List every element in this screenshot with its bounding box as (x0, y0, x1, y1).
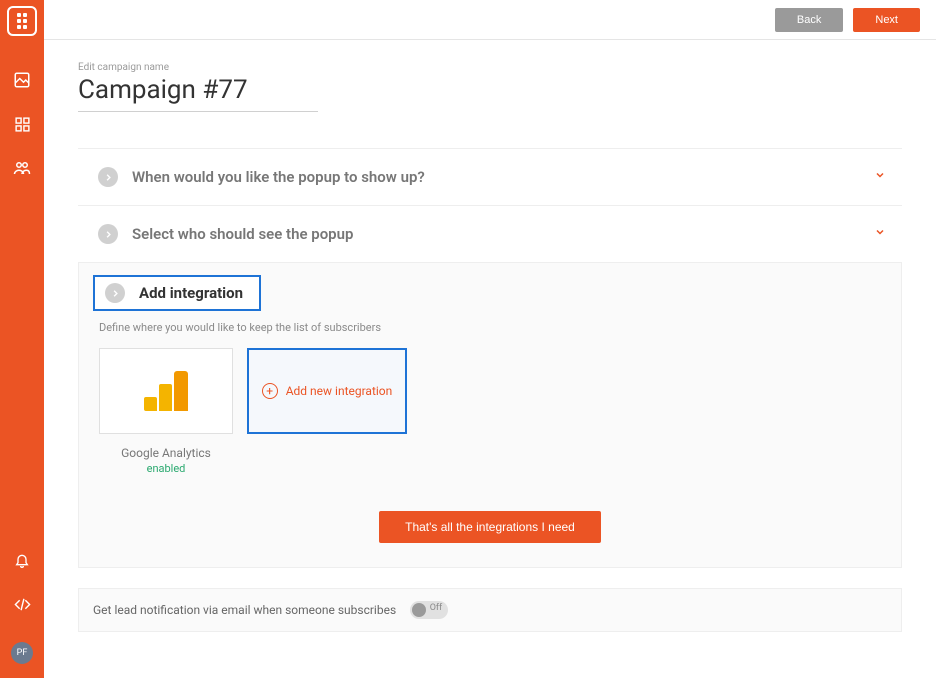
section-title: Select who should see the popup (132, 225, 874, 243)
section-audience[interactable]: Select who should see the popup (78, 206, 902, 262)
integration-card-box[interactable] (99, 348, 233, 434)
edit-campaign-label: Edit campaign name (78, 62, 902, 73)
next-button[interactable]: Next (853, 8, 920, 32)
campaign-title-input[interactable]: Campaign #77 (78, 75, 318, 112)
topbar: Back Next (44, 0, 936, 40)
integration-name: Google Analytics (121, 446, 211, 460)
grid-icon[interactable] (6, 108, 38, 140)
bell-icon[interactable] (6, 544, 38, 576)
notification-toggle[interactable]: Off (410, 601, 448, 619)
integration-panel: Add integration Define where you would l… (78, 262, 902, 568)
avatar[interactable]: PF (11, 642, 33, 664)
back-button[interactable]: Back (775, 8, 843, 32)
app-logo[interactable] (7, 6, 37, 36)
image-icon[interactable] (6, 64, 38, 96)
google-analytics-icon (144, 371, 188, 411)
notification-row: Get lead notification via email when som… (78, 588, 902, 632)
notification-text: Get lead notification via email when som… (93, 603, 396, 617)
code-icon[interactable] (6, 588, 38, 620)
integration-status: enabled (147, 462, 186, 475)
arrow-right-icon (105, 283, 125, 303)
chevron-down-icon (874, 226, 886, 242)
section-title: When would you like the popup to show up… (132, 168, 874, 186)
done-integrations-button[interactable]: That's all the integrations I need (379, 511, 601, 543)
integration-card: Google Analytics enabled (99, 348, 233, 475)
section-when-popup[interactable]: When would you like the popup to show up… (78, 148, 902, 206)
arrow-right-icon (98, 167, 118, 187)
chevron-down-icon (874, 169, 886, 185)
integration-heading: Add integration (139, 284, 243, 302)
add-integration-label: Add new integration (286, 384, 393, 398)
toggle-state-label: Off (430, 603, 442, 613)
main-content: Edit campaign name Campaign #77 When wou… (44, 40, 936, 678)
integration-heading-box: Add integration (93, 275, 261, 311)
plus-circle-icon: + (262, 383, 278, 399)
arrow-right-icon (98, 224, 118, 244)
users-icon[interactable] (6, 152, 38, 184)
toggle-knob (412, 603, 426, 617)
sidebar: PF (0, 0, 44, 678)
add-integration-button[interactable]: + Add new integration (247, 348, 407, 434)
integration-subtitle: Define where you would like to keep the … (99, 321, 887, 334)
